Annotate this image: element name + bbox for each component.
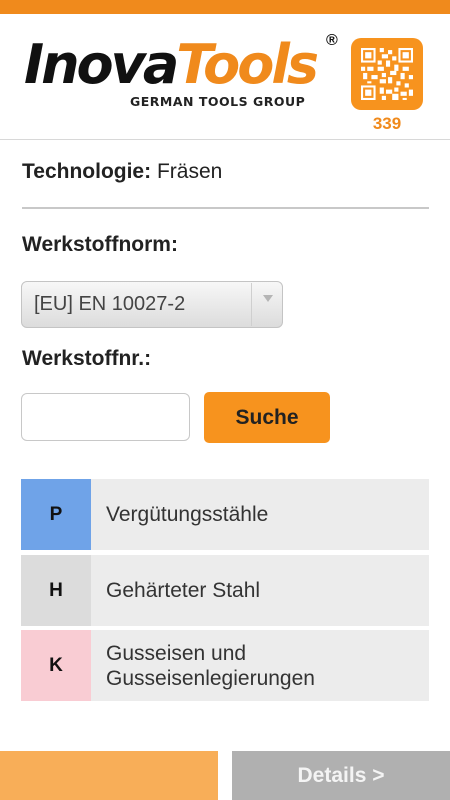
material-group-name: Gehärteter Stahl [106,579,261,602]
material-number-label: Werkstoffnr.: [22,347,152,370]
select-separator [251,283,252,326]
registered-mark: ® [326,32,338,49]
logo-tagline: GERMAN TOOLS GROUP [130,94,306,109]
details-button[interactable]: Details > [232,751,450,800]
technology-value: Fräsen [156,160,223,183]
material-group-k[interactable]: K Gusseisen und Gusseisenlegierungen [21,630,429,701]
logo-wordmark: InovaTools [24,33,319,96]
material-number-input[interactable] [21,393,190,441]
app-header: InovaTools ® GERMAN TOOLS GROUP 339 [0,14,450,140]
top-accent-bar [0,0,450,14]
material-group-h[interactable]: H Gehärteter Stahl [21,555,429,626]
material-group-code: P [21,479,91,550]
inovatools-logo: InovaTools ® GERMAN TOOLS GROUP [24,32,344,116]
material-group-name: Vergütungsstähle [106,503,269,526]
standard-label: Werkstoffnorm: [22,233,178,256]
technology-label: Technologie: [22,160,152,183]
qr-count: 339 [372,114,402,133]
chevron-down-icon [263,295,273,302]
logo-inova-text: Inova [24,33,179,96]
search-button[interactable]: Suche [204,392,330,443]
technology-row: Technologie: Fräsen [22,160,222,184]
material-group-name: Gusseisen und Gusseisenlegierungen [106,641,315,690]
material-group-p[interactable]: P Vergütungsstähle [21,479,429,550]
material-group-code: H [21,555,91,626]
material-group-code: K [21,630,91,701]
standard-select[interactable]: [EU] EN 10027-2 [21,281,283,328]
section-divider [22,207,429,209]
logo-tools-text: Tools [176,33,319,96]
standard-select-value: [EU] EN 10027-2 [34,293,186,315]
qr-scan-button[interactable] [351,38,423,110]
footer-left-bar [0,751,218,800]
qr-code-icon [361,48,413,100]
